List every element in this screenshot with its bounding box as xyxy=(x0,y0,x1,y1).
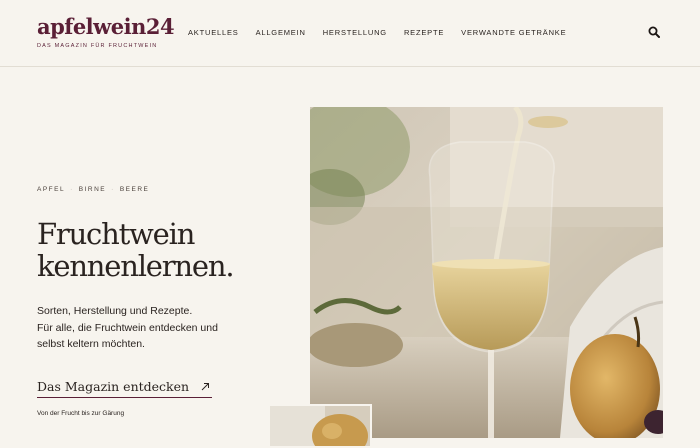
eyebrow-item-apfel: APFEL xyxy=(37,186,66,193)
nav-item-herstellung[interactable]: HERSTELLUNG xyxy=(323,28,387,37)
hero-eyebrow: APFEL · BIRNE · BEERE xyxy=(37,186,149,193)
site-logo[interactable]: apfelwein24 xyxy=(37,14,175,39)
site-tagline: DAS MAGAZIN FÜR FRUCHTWEIN xyxy=(37,43,158,49)
nav-item-aktuelles[interactable]: AKTUELLES xyxy=(188,28,239,37)
hero-description: Sorten, Herstellung und Rezepte. Für all… xyxy=(37,303,237,353)
arrow-up-right-icon xyxy=(201,382,210,390)
search-icon[interactable] xyxy=(648,26,660,38)
hero-photo xyxy=(310,107,663,438)
description-line-1: Sorten, Herstellung und Rezepte. xyxy=(37,305,193,317)
explore-magazine-link[interactable]: Das Magazin entdecken xyxy=(37,375,213,398)
description-line-3: selbst keltern möchten. xyxy=(37,338,145,350)
site-header: apfelwein24 DAS MAGAZIN FÜR FRUCHTWEIN A… xyxy=(0,0,700,67)
cta-label: Das Magazin entdecken xyxy=(37,378,190,394)
nav-item-rezepte[interactable]: REZEPTE xyxy=(404,28,444,37)
headline-line-2: kennenlernen. xyxy=(37,249,235,283)
main-nav: AKTUELLES ALLGEMEIN HERSTELLUNG REZEPTE … xyxy=(188,28,566,37)
hero-footnote: Von der Frucht bis zur Gärung xyxy=(37,410,125,417)
eyebrow-item-birne: BIRNE xyxy=(78,186,107,193)
thumbnail-photo xyxy=(268,404,372,448)
nav-item-verwandte-getraenke[interactable]: VERWANDTE GETRÄNKE xyxy=(461,28,566,37)
headline-line-1: Fruchtwein xyxy=(37,217,195,251)
eyebrow-separator: · xyxy=(70,186,74,193)
hero-headline: Fruchtwein kennenlernen. xyxy=(37,217,235,283)
nav-item-allgemein[interactable]: ALLGEMEIN xyxy=(256,28,306,37)
eyebrow-item-beere: BEERE xyxy=(119,186,150,193)
eyebrow-separator: · xyxy=(111,186,115,193)
description-line-2: Für alle, die Fruchtwein entdecken und xyxy=(37,321,218,334)
